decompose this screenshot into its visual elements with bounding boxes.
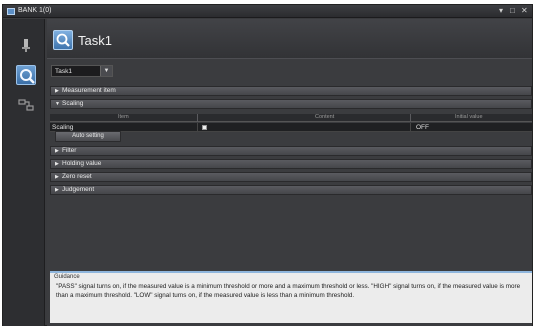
auto-setting-button[interactable]: Auto setting xyxy=(55,131,121,142)
column-header-initial-value: Initial value xyxy=(455,114,483,120)
guidance-text: "PASS" signal turns on, if the measured … xyxy=(56,283,521,299)
section-scaling[interactable]: ▼ Scaling xyxy=(50,99,532,109)
app-icon xyxy=(7,8,15,15)
maximize-button[interactable]: □ xyxy=(510,6,515,15)
task-settings-button[interactable] xyxy=(16,65,36,85)
section-label: Judgement xyxy=(62,186,95,193)
tool-sidebar xyxy=(3,19,45,326)
scaling-table-header: Item Content Initial value xyxy=(50,114,532,122)
expand-arrow-icon: ▶ xyxy=(55,187,59,193)
section-label: Holding value xyxy=(62,160,102,167)
table-row: Scaling OFF xyxy=(50,123,532,132)
sensor-button[interactable] xyxy=(16,35,36,55)
section-label: Scaling xyxy=(62,100,84,107)
column-header-content: Content xyxy=(315,114,335,120)
window-title: BANK 1(0) xyxy=(18,7,52,14)
expand-arrow-icon: ▶ xyxy=(55,148,59,154)
flow-button[interactable] xyxy=(16,95,36,115)
application-window: BANK 1(0) ▾ □ ✕ Task1 Task1 ▼ ▶ Measurem… xyxy=(2,4,533,326)
flow-icon xyxy=(18,99,34,111)
task-selector-value: Task1 xyxy=(55,68,72,75)
column-divider xyxy=(197,123,198,132)
task-icon-button xyxy=(53,30,73,50)
search-settings-icon xyxy=(56,33,70,47)
task-title: Task1 xyxy=(78,33,112,48)
dropdown-arrow-icon[interactable]: ▼ xyxy=(100,66,112,76)
column-divider xyxy=(197,114,198,122)
section-holding-value[interactable]: ▶ Holding value xyxy=(50,159,532,169)
section-measurement-item[interactable]: ▶ Measurement item xyxy=(50,86,532,96)
scaling-item-label: Scaling xyxy=(52,124,74,131)
collapse-arrow-icon: ▼ xyxy=(55,101,60,107)
scaling-checkbox[interactable] xyxy=(202,125,207,130)
section-label: Zero reset xyxy=(62,173,92,180)
expand-arrow-icon: ▶ xyxy=(55,161,59,167)
column-divider xyxy=(410,114,411,122)
section-judgement[interactable]: ▶ Judgement xyxy=(50,185,532,195)
guidance-title: Guidance xyxy=(54,274,80,280)
task-selector[interactable]: Task1 ▼ xyxy=(51,65,113,77)
task-panel: Task1 Task1 ▼ ▶ Measurement item ▼ Scaling… xyxy=(47,19,532,326)
guidance-panel: Guidance "PASS" signal turns on, if the … xyxy=(50,271,532,323)
task-header: Task1 xyxy=(47,19,532,59)
column-divider xyxy=(410,123,411,132)
close-button[interactable]: ✕ xyxy=(521,6,528,15)
scaling-initial-value: OFF xyxy=(416,124,429,131)
expand-arrow-icon: ▶ xyxy=(55,88,59,94)
section-zero-reset[interactable]: ▶ Zero reset xyxy=(50,172,532,182)
minimize-button[interactable]: ▾ xyxy=(499,6,503,15)
title-bar: BANK 1(0) ▾ □ ✕ xyxy=(3,5,532,18)
expand-arrow-icon: ▶ xyxy=(55,174,59,180)
search-settings-icon xyxy=(20,69,35,84)
section-label: Measurement item xyxy=(62,87,116,94)
section-label: Filter xyxy=(62,147,77,154)
column-header-item: Item xyxy=(118,114,129,120)
section-filter[interactable]: ▶ Filter xyxy=(50,146,532,156)
sensor-icon xyxy=(22,39,30,52)
